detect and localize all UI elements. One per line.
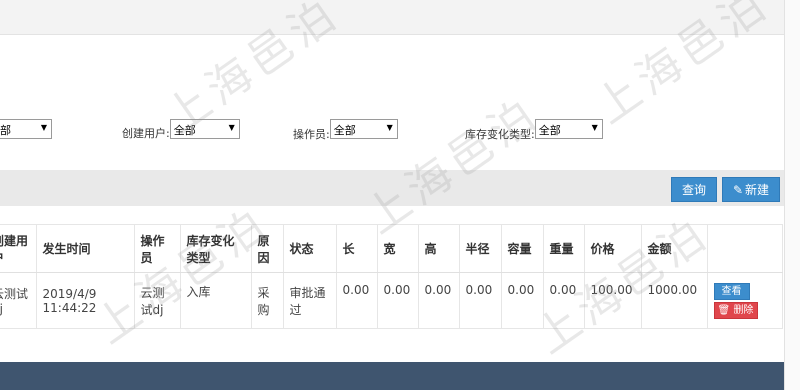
- cell-height: 0.00: [418, 272, 460, 329]
- cell-amount: 1000.00: [641, 272, 708, 329]
- filter-unknown: 部 ▼: [0, 119, 52, 139]
- inventory-table: 创建用户 发生时间 操作员 库存变化类型 原因 状态 长 宽 高 半径 容量 重…: [0, 224, 783, 329]
- cell-creator: 云测试dj: [0, 272, 37, 329]
- cell-price: 100.00: [584, 272, 642, 329]
- table-header-row: 创建用户 发生时间 操作员 库存变化类型 原因 状态 长 宽 高 半径 容量 重…: [0, 224, 783, 273]
- new-button-label: 新建: [745, 183, 770, 197]
- delete-button[interactable]: 🗑 删除: [713, 301, 758, 319]
- cell-length: 0.00: [336, 272, 378, 329]
- filter-operator-label: 操作员:: [293, 127, 330, 141]
- column-header: 发生时间: [36, 224, 135, 273]
- column-header: 半径: [459, 224, 502, 273]
- footer-bar: [0, 362, 784, 390]
- column-header: 原因: [251, 224, 284, 273]
- cell-time: 2019/4/9 11:44:22: [36, 272, 135, 329]
- filter-change-type-value: 全部: [538, 124, 561, 137]
- filter-operator: 操作员: 全部 ▼: [293, 119, 398, 141]
- chevron-down-icon: ▼: [591, 123, 598, 132]
- table-row: 云测试dj 2019/4/9 11:44:22 云测试dj 入库 采购 审批通过…: [0, 272, 783, 329]
- watermark-logo: 上海邑泊: [350, 78, 551, 245]
- vertical-scrollbar[interactable]: [784, 0, 800, 390]
- column-header: 操作员: [134, 224, 181, 273]
- cell-actions: 查看 🗑 删除: [707, 272, 783, 329]
- chevron-down-icon: ▼: [40, 123, 47, 132]
- watermark-text: 上海邑泊: [356, 87, 550, 244]
- cell-reason: 采购: [251, 272, 284, 329]
- view-button[interactable]: 查看: [713, 282, 750, 300]
- filter-creator-label: 创建用户:: [122, 126, 170, 140]
- filter-unknown-select[interactable]: 部 ▼: [0, 119, 52, 139]
- cell-width: 0.00: [377, 272, 419, 329]
- filter-change-type-select[interactable]: 全部 ▼: [534, 119, 603, 139]
- query-button-label: 查询: [681, 183, 706, 197]
- chevron-down-icon: ▼: [386, 123, 393, 132]
- query-button[interactable]: 查询: [671, 177, 717, 202]
- column-header: [707, 224, 783, 273]
- delete-button-label: 删除: [733, 304, 754, 316]
- chevron-down-icon: ▼: [228, 123, 235, 132]
- filter-change-type-label: 库存变化类型:: [465, 127, 535, 141]
- filter-unknown-value: 部: [0, 124, 11, 137]
- new-button[interactable]: ✎ 新建: [722, 177, 780, 202]
- cell-capacity: 0.00: [501, 272, 544, 329]
- top-header-band: [0, 0, 800, 34]
- action-toolbar: [0, 170, 784, 206]
- column-header: 库存变化类型: [180, 224, 252, 273]
- filter-operator-value: 全部: [333, 124, 356, 137]
- column-header: 长: [336, 224, 378, 273]
- column-header: 状态: [283, 224, 337, 273]
- column-header: 宽: [377, 224, 419, 273]
- column-header: 重量: [543, 224, 585, 273]
- filter-creator-value: 全部: [173, 124, 196, 137]
- cell-radius: 0.00: [459, 272, 502, 329]
- column-header: 创建用户: [0, 224, 37, 273]
- column-header: 高: [418, 224, 460, 273]
- column-header: 金额: [641, 224, 708, 273]
- cell-status: 审批通过: [283, 272, 337, 329]
- cell-change-type: 入库: [180, 272, 252, 329]
- cell-weight: 0.00: [543, 272, 585, 329]
- header-divider: [0, 34, 800, 35]
- trash-icon: 🗑: [717, 304, 731, 316]
- column-header: 容量: [501, 224, 544, 273]
- filter-operator-select[interactable]: 全部 ▼: [329, 119, 398, 139]
- column-header: 价格: [584, 224, 642, 273]
- pencil-icon: ✎: [732, 182, 744, 197]
- filter-creator: 创建用户: 全部 ▼: [122, 119, 240, 140]
- filter-change-type: 库存变化类型: 全部 ▼: [465, 119, 603, 141]
- cell-operator: 云测试dj: [134, 272, 181, 329]
- filter-creator-select[interactable]: 全部 ▼: [169, 119, 240, 139]
